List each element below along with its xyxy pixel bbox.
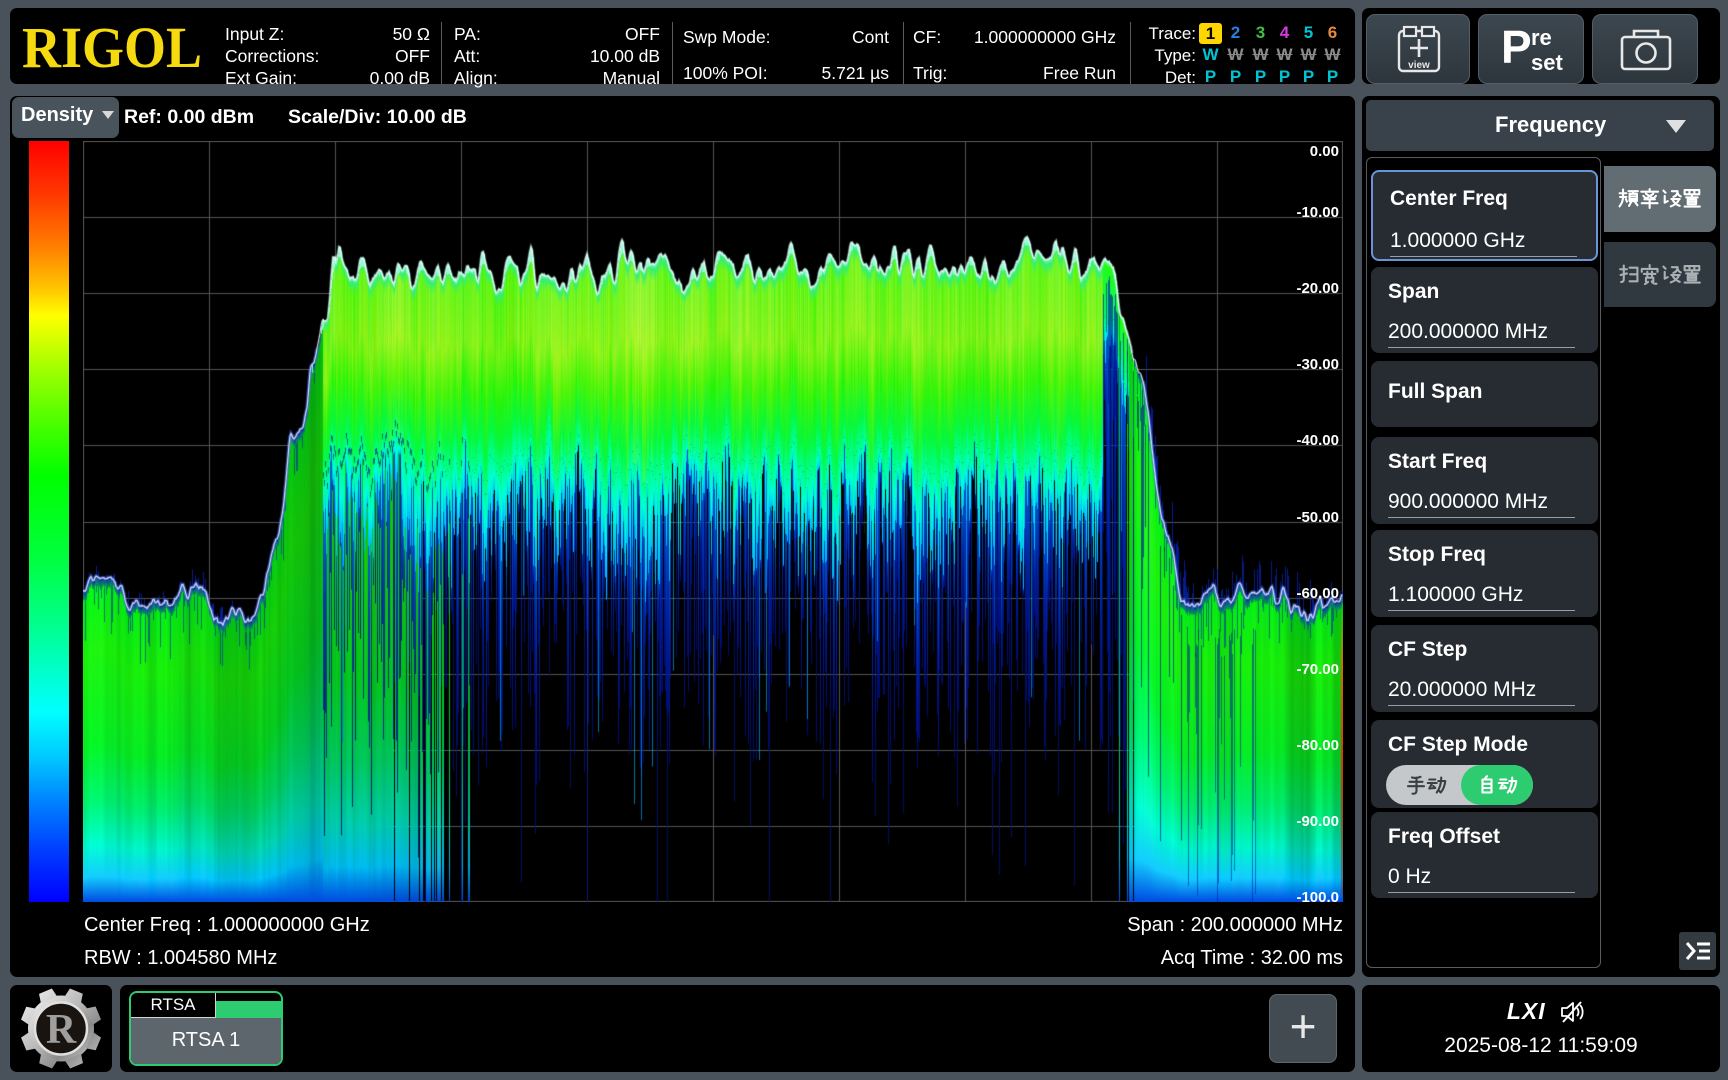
svg-text:view: view xyxy=(1408,60,1430,71)
svg-text:R: R xyxy=(46,1007,77,1053)
svg-text:RIGOL: RIGOL xyxy=(22,16,202,78)
